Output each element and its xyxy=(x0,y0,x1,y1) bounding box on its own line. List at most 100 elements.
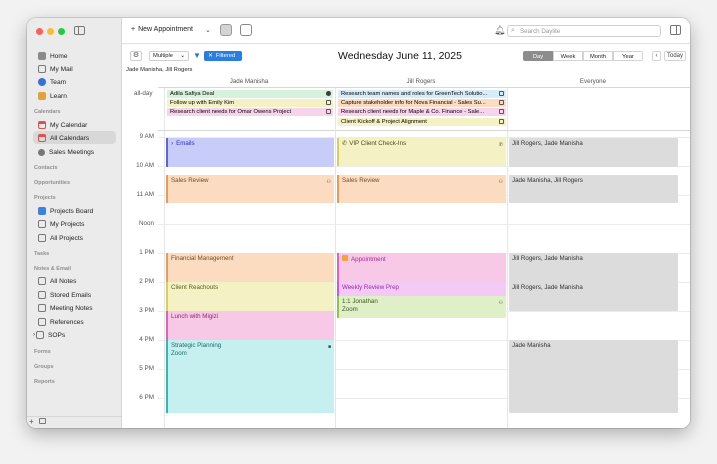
projects-section-header[interactable]: Projects xyxy=(34,195,56,201)
new-appointment-menu-chevron-icon[interactable]: ⌄ xyxy=(205,26,211,34)
panel-icon[interactable] xyxy=(38,418,46,424)
event-financial-management[interactable]: Financial Management xyxy=(166,253,334,282)
tasks-section-header[interactable]: Tasks xyxy=(34,251,49,257)
allday-event[interactable]: Client Kickoff & Project Alignment xyxy=(338,118,506,126)
allday-divider xyxy=(158,130,690,131)
checkbox-icon[interactable] xyxy=(326,109,331,114)
time-label: 3 PM xyxy=(139,307,154,314)
sidebar-item-all-calendars[interactable]: All Calendars xyxy=(38,132,89,144)
opportunities-section-header[interactable]: Opportunities xyxy=(34,180,70,186)
calendar-view-icon[interactable] xyxy=(220,24,232,36)
time-label: 10 AM xyxy=(136,162,154,169)
sidebar-item-references[interactable]: References xyxy=(38,316,84,328)
tab-month[interactable]: Month xyxy=(583,51,613,61)
reports-section-header[interactable]: Reports xyxy=(34,379,55,385)
calendar-icon xyxy=(342,255,348,261)
phone-icon: ✆ xyxy=(498,142,503,148)
event-client-reachouts[interactable]: Client Reachouts xyxy=(166,282,334,311)
time-label: 6 PM xyxy=(139,394,154,401)
event-lunch[interactable]: Lunch with Migizi xyxy=(166,311,334,340)
event-sales-review[interactable]: Sales Review ⚇ xyxy=(166,175,334,203)
sidebar-item-sops[interactable]: › SOPs xyxy=(33,329,65,341)
event-emails[interactable]: › Emails xyxy=(166,138,334,167)
column-header-jade: Jade Manisha xyxy=(229,78,269,85)
folder-icon xyxy=(38,207,46,215)
contacts-section-header[interactable]: Contacts xyxy=(34,165,58,171)
close-window-button[interactable] xyxy=(36,28,43,35)
filter-icon[interactable]: ▼ xyxy=(193,51,201,60)
grid-view-icon[interactable] xyxy=(240,24,252,36)
calendar-icon xyxy=(38,121,46,129)
calendars-section-header[interactable]: Calendars xyxy=(34,109,61,115)
event-everyone[interactable]: Jill Rogers, Jade Manisha xyxy=(509,253,678,282)
event-everyone[interactable]: Jill Rogers, Jade Manisha xyxy=(509,138,678,167)
checkbox-icon[interactable] xyxy=(499,91,504,96)
today-button[interactable]: Today xyxy=(664,51,686,61)
folder-icon xyxy=(36,331,44,339)
event-weekly-review[interactable]: Weekly Review Prep xyxy=(337,282,506,296)
sidebar-item-sales-meetings[interactable]: Sales Meetings xyxy=(38,146,94,158)
filtered-button[interactable]: ✕ Filtered xyxy=(204,51,242,61)
sidebar-item-team[interactable]: Team xyxy=(38,76,66,88)
allday-event[interactable]: Research client needs for Omar Owens Pro… xyxy=(167,108,333,116)
sidebar-toggle-icon[interactable] xyxy=(74,26,85,35)
sidebar-item-my-projects[interactable]: My Projects xyxy=(38,218,84,230)
search-input[interactable]: ⌕ Search Daylite xyxy=(507,25,661,37)
allday-event[interactable]: Capture stakeholder info for Nova Financ… xyxy=(338,99,506,107)
forms-section-header[interactable]: Forms xyxy=(34,349,51,355)
column-divider xyxy=(164,88,165,428)
bell-icon[interactable]: 🔔︎ xyxy=(494,25,505,36)
time-label: 9 AM xyxy=(139,133,154,140)
allday-event[interactable]: Follow up with Emily Kim xyxy=(167,99,333,107)
groups-section-header[interactable]: Groups xyxy=(34,364,54,370)
pin-icon xyxy=(38,220,46,228)
allday-event[interactable]: Research client needs for Maple & Co. Fi… xyxy=(338,108,506,116)
tab-day[interactable]: Day xyxy=(523,51,553,61)
sidebar-item-home[interactable]: Home xyxy=(38,50,68,62)
minimize-window-button[interactable] xyxy=(47,28,54,35)
allday-event[interactable]: Research team names and roles for GreenT… xyxy=(338,90,506,98)
allday-event[interactable]: Adila Safiya Deal xyxy=(167,90,333,98)
note-icon xyxy=(38,318,46,326)
date-title: Wednesday June 11, 2025 xyxy=(338,50,462,62)
tab-year[interactable]: Year xyxy=(613,51,643,61)
event-sales-review[interactable]: Sales Review ⚇ xyxy=(337,175,506,203)
sidebar-item-meeting-notes[interactable]: Meeting Notes xyxy=(38,302,93,314)
selected-people-label: Jade Manisha, Jill Rogers xyxy=(126,67,193,73)
people-icon xyxy=(38,148,45,156)
inspector-toggle-icon[interactable] xyxy=(670,25,681,35)
sidebar-item-stored-emails[interactable]: Stored Emails xyxy=(38,289,91,301)
checkbox-icon[interactable] xyxy=(499,100,504,105)
next-day-chevron-icon[interactable]: › xyxy=(688,51,690,61)
sidebar-item-learn[interactable]: Learn xyxy=(38,90,67,102)
zoom-window-button[interactable] xyxy=(58,28,65,35)
sidebar-item-my-calendar[interactable]: My Calendar xyxy=(38,119,87,131)
calendar-main: + New Appointment ⌄ 🔔︎ ⌕ Search Daylite ⚙ … xyxy=(122,18,690,428)
sidebar-item-projects-board[interactable]: Projects Board xyxy=(38,205,93,217)
envelope-icon xyxy=(38,291,46,299)
sidebar-item-my-mail[interactable]: My Mail xyxy=(38,63,73,75)
people-icon: ⚇ xyxy=(326,179,331,185)
event-appointment[interactable]: Appointment xyxy=(337,253,506,282)
tab-week[interactable]: Week xyxy=(553,51,583,61)
notes-section-header[interactable]: Notes & Email xyxy=(34,266,71,272)
sidebar-item-all-projects[interactable]: All Projects xyxy=(38,232,83,244)
new-appointment-button[interactable]: + New Appointment xyxy=(131,26,193,33)
sidebar-item-all-notes[interactable]: All Notes xyxy=(38,275,76,287)
previous-day-chevron-icon[interactable]: ‹ xyxy=(652,51,661,61)
disclosure-chevron-icon[interactable]: › xyxy=(33,332,35,338)
checkbox-icon[interactable] xyxy=(326,100,331,105)
event-one-on-one[interactable]: 1:1 Jonathan Zoom ⚇ xyxy=(337,296,506,318)
event-vip-checkins[interactable]: ✆ VIP Client Check-Ins ✆ xyxy=(337,138,506,166)
checkbox-icon[interactable] xyxy=(499,109,504,114)
time-label: 1 PM xyxy=(139,249,154,256)
event-everyone[interactable]: Jade Manisha xyxy=(509,340,678,413)
checkbox-icon[interactable] xyxy=(499,119,504,124)
video-icon: ■ xyxy=(327,344,331,350)
add-icon[interactable]: + xyxy=(29,417,34,426)
event-strategic-planning[interactable]: Strategic Planning Zoom ■ xyxy=(166,340,334,413)
event-everyone[interactable]: Jill Rogers, Jade Manisha xyxy=(509,282,678,311)
gear-icon[interactable]: ⚙ xyxy=(130,51,142,61)
event-everyone[interactable]: Jade Manisha, Jill Rogers xyxy=(509,175,678,203)
multiple-select[interactable]: Multiple ⌄ xyxy=(149,51,189,61)
